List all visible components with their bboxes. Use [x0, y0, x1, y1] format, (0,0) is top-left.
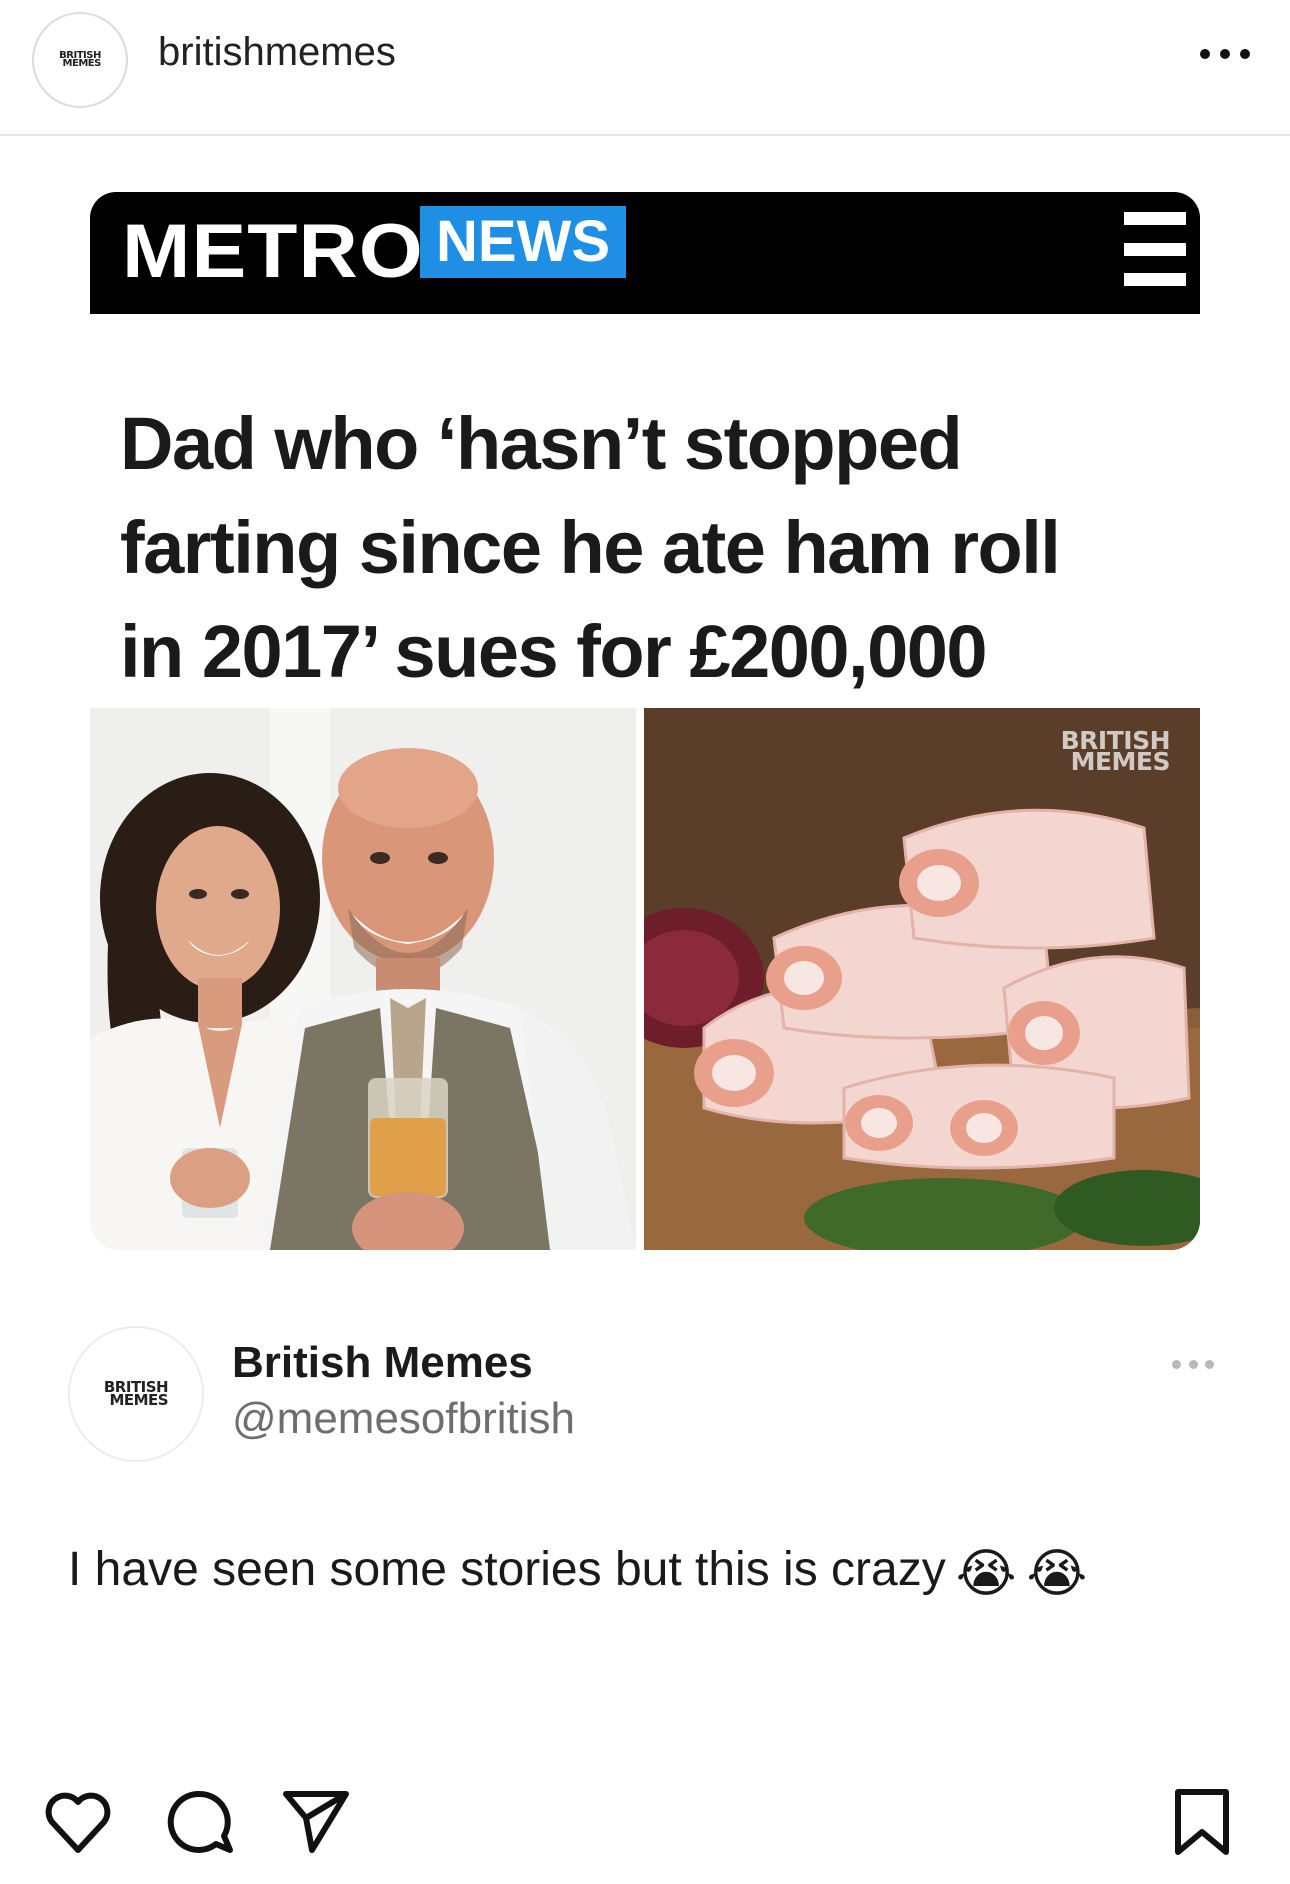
tweet-avatar-logo: BRITISH MEMES	[103, 1378, 169, 1409]
crying-emoji: 😭	[955, 1544, 1017, 1604]
article-headline: Dad who ‘hasn’t stopped farting since he…	[120, 392, 1200, 704]
article-photos: BRITISH MEMES	[90, 708, 1200, 1250]
avatar[interactable]: BRITISH MEMES	[32, 12, 128, 108]
heart-icon[interactable]	[42, 1786, 114, 1858]
share-icon[interactable]	[280, 1786, 352, 1858]
more-options-icon[interactable]	[1200, 48, 1250, 60]
metro-logo: METRO	[122, 209, 424, 294]
headline-line: farting since he ate ham roll	[120, 506, 1061, 589]
username[interactable]: britishmemes	[158, 30, 396, 75]
headline-line: Dad who ‘hasn’t stopped	[120, 402, 963, 485]
couple-photo	[90, 708, 636, 1250]
bookmark-icon[interactable]	[1166, 1786, 1238, 1858]
tweet-text: I have seen some stories but this is cra…	[68, 1542, 1087, 1600]
tweet-handle[interactable]: @memesofbritish	[232, 1394, 575, 1444]
metro-header-bar: METRO NEWS	[90, 192, 1200, 314]
crying-emoji: 😭	[1026, 1544, 1088, 1604]
photo-divider	[636, 708, 644, 1250]
tweet-display-name[interactable]: British Memes	[232, 1338, 533, 1388]
tweet-avatar[interactable]: BRITISH MEMES	[68, 1326, 204, 1462]
tweet-more-icon[interactable]	[1172, 1360, 1214, 1370]
ham-photo: BRITISH MEMES	[644, 708, 1200, 1250]
headline-line: in 2017’ sues for £200,000	[120, 610, 988, 693]
post-header: BRITISH MEMES britishmemes	[0, 0, 1290, 136]
avatar-logo: BRITISH MEMES	[59, 49, 101, 69]
comment-icon[interactable]	[164, 1786, 236, 1858]
watermark-logo: BRITISH MEMES	[1060, 726, 1171, 777]
hamburger-menu-icon	[1124, 212, 1186, 286]
tweet-body: I have seen some stories but this is cra…	[68, 1543, 946, 1596]
news-badge: NEWS	[420, 206, 626, 278]
